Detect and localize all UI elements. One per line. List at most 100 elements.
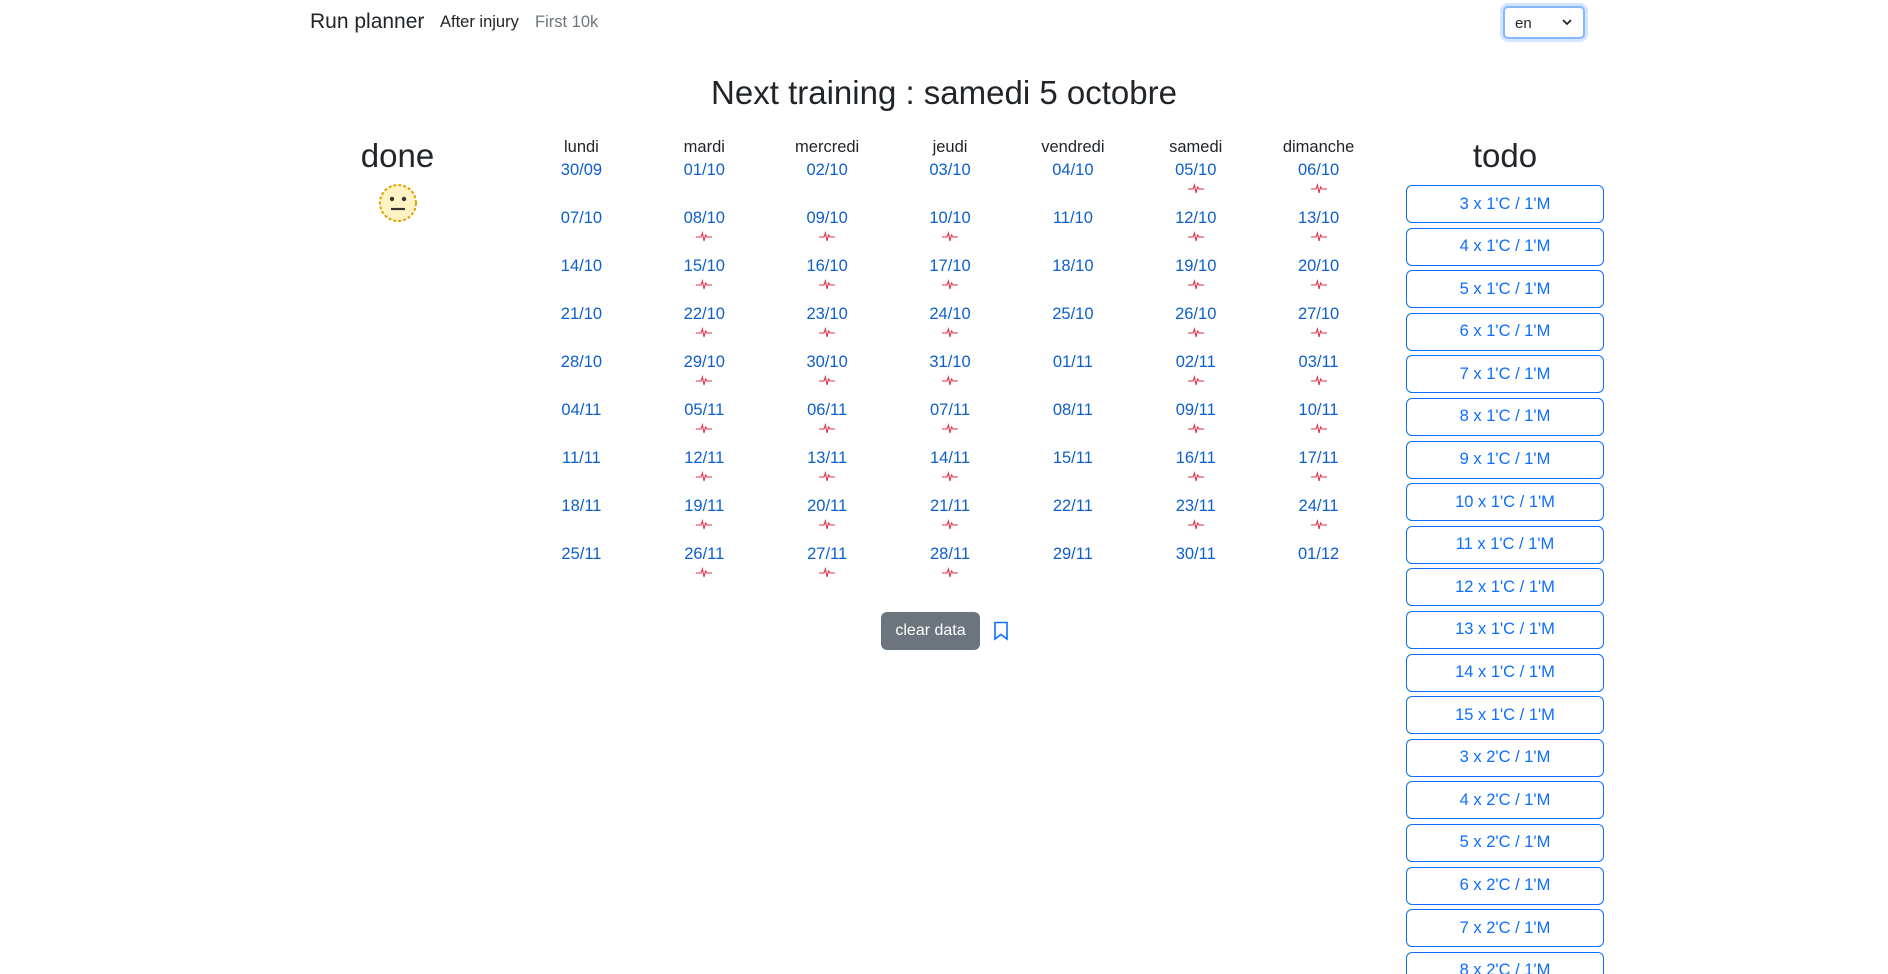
calendar-date-link[interactable]: 26/11 [643, 542, 766, 566]
calendar-date-link[interactable]: 07/11 [889, 398, 1012, 422]
calendar-date-link[interactable]: 16/10 [766, 254, 889, 278]
calendar-date-link[interactable]: 22/10 [643, 302, 766, 326]
todo-workout-button[interactable]: 8 x 2'C / 1'M [1406, 951, 1604, 974]
calendar-date-link[interactable]: 24/10 [889, 302, 1012, 326]
calendar-date-link[interactable]: 13/11 [766, 446, 889, 470]
calendar-date-link[interactable]: 28/10 [520, 350, 643, 374]
calendar-date-link[interactable]: 06/10 [1257, 158, 1380, 182]
todo-workout-button[interactable]: 11 x 1'C / 1'M [1406, 525, 1604, 564]
weekday-header: mercredi [795, 138, 860, 156]
calendar-day: 21/11 [889, 494, 1012, 542]
todo-workout-button[interactable]: 8 x 1'C / 1'M [1406, 397, 1604, 436]
calendar-date-link[interactable]: 21/11 [889, 494, 1012, 518]
calendar-date-link[interactable]: 20/10 [1257, 254, 1380, 278]
calendar-date-link[interactable]: 01/10 [643, 158, 766, 182]
calendar-day: 28/10 [520, 350, 643, 398]
todo-workout-button[interactable]: 10 x 1'C / 1'M [1406, 483, 1604, 522]
heartbeat-icon [766, 470, 889, 488]
nav-link-first-10k[interactable]: First 10k [535, 13, 598, 32]
todo-workout-button[interactable]: 3 x 2'C / 1'M [1406, 738, 1604, 777]
calendar-date-link[interactable]: 09/11 [1134, 398, 1257, 422]
calendar-date-link[interactable]: 18/10 [1011, 254, 1134, 278]
todo-workout-button[interactable]: 9 x 1'C / 1'M [1406, 440, 1604, 479]
calendar-date-link[interactable]: 01/12 [1257, 542, 1380, 566]
brand-link[interactable]: Run planner [310, 10, 424, 34]
todo-workout-button[interactable]: 3 x 1'C / 1'M [1406, 185, 1604, 223]
calendar-date-link[interactable]: 29/11 [1011, 542, 1134, 566]
calendar-date-link[interactable]: 05/11 [643, 398, 766, 422]
calendar-date-link[interactable]: 15/10 [643, 254, 766, 278]
calendar-date-link[interactable]: 01/11 [1011, 350, 1134, 374]
bookmark-icon[interactable] [993, 621, 1009, 641]
empty-slot [520, 374, 643, 392]
calendar-date-link[interactable]: 25/11 [520, 542, 643, 566]
calendar-day: 23/11 [1134, 494, 1257, 542]
calendar-date-link[interactable]: 12/10 [1134, 206, 1257, 230]
calendar-date-link[interactable]: 14/11 [889, 446, 1012, 470]
calendar-date-link[interactable]: 18/11 [520, 494, 643, 518]
calendar-date-link[interactable]: 10/11 [1257, 398, 1380, 422]
calendar-date-link[interactable]: 28/11 [889, 542, 1012, 566]
calendar-day: 01/10 [643, 158, 766, 206]
calendar-date-link[interactable]: 27/11 [766, 542, 889, 566]
calendar-date-link[interactable]: 19/11 [643, 494, 766, 518]
calendar-date-link[interactable]: 16/11 [1134, 446, 1257, 470]
clear-data-button[interactable]: clear data [881, 612, 980, 650]
calendar-date-link[interactable]: 31/10 [889, 350, 1012, 374]
calendar-day: 23/10 [766, 302, 889, 350]
calendar-date-link[interactable]: 14/10 [520, 254, 643, 278]
calendar-date-link[interactable]: 17/11 [1257, 446, 1380, 470]
todo-workout-button[interactable]: 5 x 2'C / 1'M [1406, 823, 1604, 862]
calendar-date-link[interactable]: 02/10 [766, 158, 889, 182]
calendar-date-link[interactable]: 08/10 [643, 206, 766, 230]
calendar-date-link[interactable]: 04/10 [1011, 158, 1134, 182]
calendar-date-link[interactable]: 30/09 [520, 158, 643, 182]
calendar-date-link[interactable]: 30/11 [1134, 542, 1257, 566]
calendar-date-link[interactable]: 25/10 [1011, 302, 1134, 326]
calendar-date-link[interactable]: 30/10 [766, 350, 889, 374]
calendar-date-link[interactable]: 10/10 [889, 206, 1012, 230]
weekday-header: samedi [1169, 138, 1223, 156]
calendar-date-link[interactable]: 03/11 [1257, 350, 1380, 374]
training-calendar: lundi mardi mercredi jeudi vendredi samedi dim… [520, 138, 1380, 590]
calendar-date-link[interactable]: 20/11 [766, 494, 889, 518]
calendar-date-link[interactable]: 08/11 [1011, 398, 1134, 422]
calendar-date-link[interactable]: 11/11 [520, 446, 643, 470]
nav-link-after-injury[interactable]: After injury [440, 13, 519, 32]
calendar-date-link[interactable]: 12/11 [643, 446, 766, 470]
calendar-date-link[interactable]: 04/11 [520, 398, 643, 422]
todo-workout-button[interactable]: 13 x 1'C / 1'M [1406, 610, 1604, 649]
todo-workout-button[interactable]: 12 x 1'C / 1'M [1406, 568, 1604, 607]
calendar-date-link[interactable]: 03/10 [889, 158, 1012, 182]
calendar-date-link[interactable]: 24/11 [1257, 494, 1380, 518]
calendar-date-link[interactable]: 23/10 [766, 302, 889, 326]
todo-workout-button[interactable]: 15 x 1'C / 1'M [1406, 696, 1604, 735]
language-select[interactable]: en [1503, 6, 1585, 39]
calendar-date-link[interactable]: 06/11 [766, 398, 889, 422]
calendar-date-link[interactable]: 11/10 [1011, 206, 1134, 230]
calendar-date-link[interactable]: 05/10 [1134, 158, 1257, 182]
calendar-date-link[interactable]: 07/10 [520, 206, 643, 230]
calendar-date-link[interactable]: 22/11 [1011, 494, 1134, 518]
calendar-date-link[interactable]: 19/10 [1134, 254, 1257, 278]
calendar-day: 03/11 [1257, 350, 1380, 398]
calendar-date-link[interactable]: 13/10 [1257, 206, 1380, 230]
todo-workout-button[interactable]: 14 x 1'C / 1'M [1406, 653, 1604, 692]
calendar-date-link[interactable]: 21/10 [520, 302, 643, 326]
calendar-date-link[interactable]: 02/11 [1134, 350, 1257, 374]
calendar-date-link[interactable]: 15/11 [1011, 446, 1134, 470]
todo-workout-button[interactable]: 6 x 2'C / 1'M [1406, 866, 1604, 905]
calendar-date-link[interactable]: 17/10 [889, 254, 1012, 278]
todo-title: todo [1472, 137, 1538, 174]
calendar-date-link[interactable]: 29/10 [643, 350, 766, 374]
calendar-date-link[interactable]: 23/11 [1134, 494, 1257, 518]
calendar-date-link[interactable]: 26/10 [1134, 302, 1257, 326]
todo-workout-button[interactable]: 7 x 1'C / 1'M [1406, 355, 1604, 394]
todo-workout-button[interactable]: 4 x 2'C / 1'M [1406, 781, 1604, 820]
todo-workout-button[interactable]: 6 x 1'C / 1'M [1406, 312, 1604, 351]
todo-workout-button[interactable]: 7 x 2'C / 1'M [1406, 909, 1604, 948]
calendar-date-link[interactable]: 09/10 [766, 206, 889, 230]
todo-workout-button[interactable]: 5 x 1'C / 1'M [1406, 270, 1604, 309]
todo-workout-button[interactable]: 4 x 1'C / 1'M [1406, 227, 1604, 266]
calendar-date-link[interactable]: 27/10 [1257, 302, 1380, 326]
